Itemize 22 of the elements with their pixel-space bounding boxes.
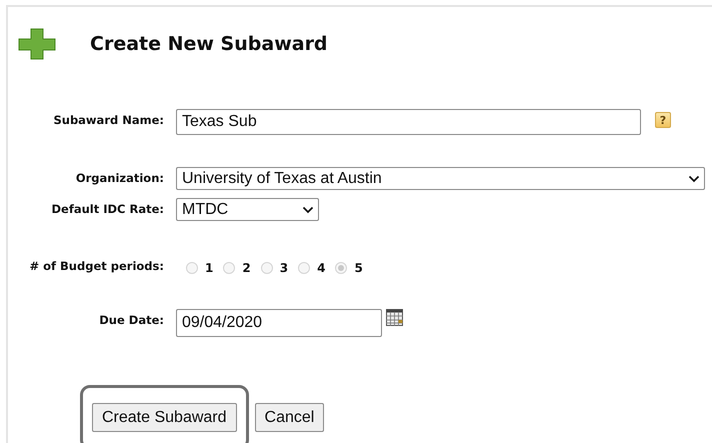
subaward-name-field[interactable]: Texas Sub [176,109,641,135]
field-label: Organization: [74,170,164,185]
action-button[interactable]: Cancel [254,403,324,432]
chevron-down-icon [688,174,700,182]
radio-label: 4 [317,261,326,275]
field-label: Default IDC Rate: [50,201,164,216]
page-title: Create New Subaward [90,33,328,55]
field-label: Subaward Name: [52,112,164,127]
plus-icon [18,28,56,60]
due-date-field[interactable]: 09/04/2020 [176,309,382,337]
idc-rate-dropdown[interactable]: MTDC [176,198,319,221]
radio-label: 2 [242,261,251,275]
field-label: # of Budget periods: [28,258,164,273]
action-button[interactable]: Create Subaward [92,403,237,432]
radio-label: 3 [280,261,288,275]
calendar-icon[interactable] [386,309,403,326]
radio-label: 1 [205,261,214,275]
field-label: Due Date: [98,312,164,327]
organization-dropdown[interactable]: University of Texas at Austin [176,167,705,190]
help-icon[interactable]: ? [655,112,671,128]
chevron-down-icon [302,206,314,214]
radio-label: 5 [354,261,363,275]
